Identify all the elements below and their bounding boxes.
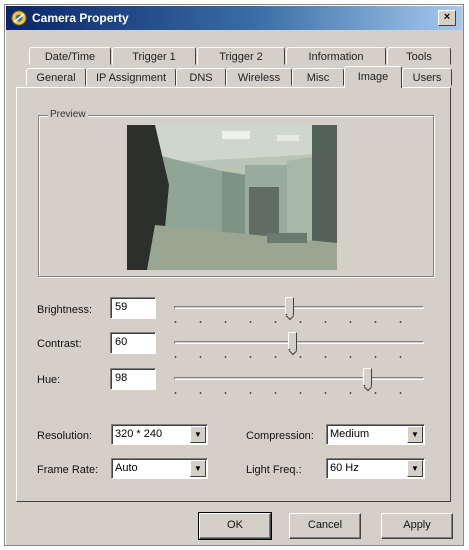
resolution-value: 320 * 240 [115,428,163,440]
contrast-slider-track[interactable] [174,341,424,344]
tab-users[interactable]: Users [402,68,452,86]
tab-general[interactable]: General [26,68,86,86]
hue-input[interactable]: 98 [110,368,156,390]
tab-date-time[interactable]: Date/Time [29,47,111,65]
hue-slider-thumb[interactable] [362,368,372,386]
contrast-label: Contrast: [37,338,82,350]
tab-ip-assignment[interactable]: IP Assignment [86,68,176,86]
tab-trigger-2[interactable]: Trigger 2 [197,47,285,65]
apply-button[interactable]: Apply [381,513,453,539]
brightness-slider-ticks [174,320,424,324]
resolution-dropdown[interactable]: 320 * 240 ▼ [111,424,208,445]
brightness-slider-thumb[interactable] [285,297,294,315]
chevron-down-icon[interactable]: ▼ [190,426,206,443]
tab-misc[interactable]: Misc [292,68,344,86]
chevron-down-icon[interactable]: ▼ [190,460,206,477]
frame-rate-label: Frame Rate: [37,464,99,476]
tab-trigger-1[interactable]: Trigger 1 [112,47,196,65]
camera-icon [11,10,27,26]
contrast-slider-thumb[interactable] [287,332,297,350]
compression-value: Medium [330,428,370,440]
camera-preview-image [127,125,337,270]
chevron-down-icon[interactable]: ▼ [407,426,423,443]
light-freq-dropdown[interactable]: 60 Hz ▼ [326,458,425,479]
tab-wireless[interactable]: Wireless [226,68,292,86]
preview-group-label: Preview [48,109,88,120]
brightness-label: Brightness: [37,304,93,316]
resolution-label: Resolution: [37,430,93,442]
frame-rate-dropdown[interactable]: Auto ▼ [111,458,208,479]
compression-dropdown[interactable]: Medium ▼ [326,424,425,445]
contrast-slider-ticks [174,355,424,359]
cancel-button[interactable]: Cancel [289,513,361,539]
chevron-down-icon[interactable]: ▼ [407,460,423,477]
light-freq-label: Light Freq.: [246,464,302,476]
brightness-input[interactable]: 59 [110,297,156,319]
window-title: Camera Property [32,11,129,25]
tab-image[interactable]: Image [344,66,402,88]
compression-label: Compression: [246,430,314,442]
ok-button[interactable]: OK [198,512,272,540]
frame-rate-value: Auto [115,462,138,474]
hue-slider-ticks [174,391,424,395]
brightness-slider-track[interactable] [174,306,424,309]
light-freq-value: 60 Hz [330,462,359,474]
tab-dns[interactable]: DNS [176,68,226,86]
hue-slider-track[interactable] [174,377,424,380]
contrast-input[interactable]: 60 [110,332,156,354]
close-button[interactable]: × [438,10,456,26]
title-bar[interactable]: Camera Property × [6,6,462,30]
hue-label: Hue: [37,374,61,386]
tab-tools[interactable]: Tools [387,47,451,65]
tab-information[interactable]: Information [286,47,386,65]
